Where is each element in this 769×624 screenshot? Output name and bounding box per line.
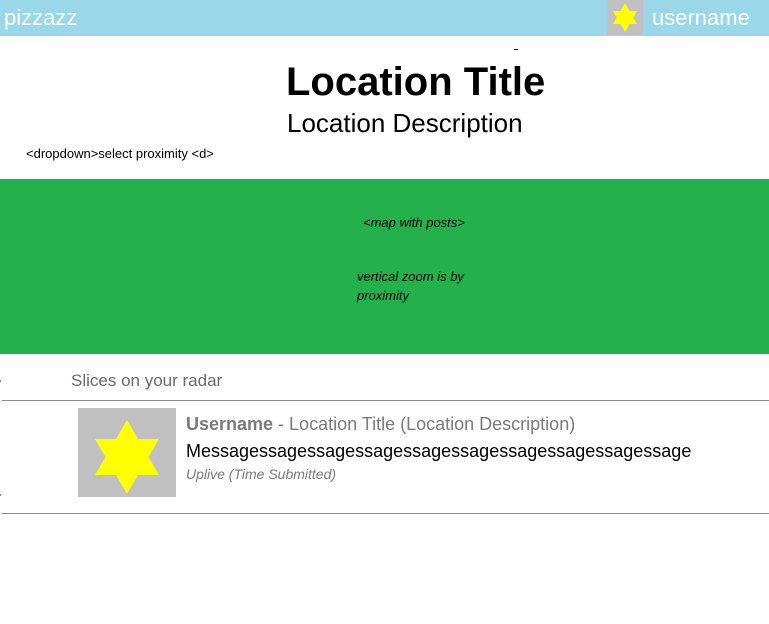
location-title: Location Title xyxy=(286,60,546,104)
post-username[interactable]: Username xyxy=(186,414,273,434)
location-description: Location Description xyxy=(287,108,523,138)
map-zoom-note: vertical zoom is by proximity xyxy=(357,269,464,303)
post-avatar[interactable] xyxy=(78,408,176,497)
posts-map[interactable]: <map with posts> vertical zoom is by pro… xyxy=(0,179,769,354)
map-placeholder-label: <map with posts> xyxy=(363,215,465,230)
divider xyxy=(2,513,769,514)
post-meta[interactable]: Uplive (Time Submitted) xyxy=(186,466,336,482)
feed-heading: Slices on your radar xyxy=(71,371,223,390)
star-of-david-icon xyxy=(613,3,637,32)
post-header: Username - Location Title (Location Desc… xyxy=(186,414,575,435)
username-link[interactable]: username xyxy=(652,5,750,31)
top-bar: pizzazz username xyxy=(0,0,769,36)
post-message: Messagessagessagessagessagessagessagessa… xyxy=(186,441,692,461)
divider xyxy=(2,400,769,401)
user-avatar[interactable] xyxy=(607,0,643,35)
star-of-david-icon xyxy=(95,420,159,494)
edge-mark xyxy=(0,494,1,496)
proximity-dropdown[interactable]: <dropdown>select proximity <d> xyxy=(26,146,214,161)
post-location[interactable]: Location Title (Location Description) xyxy=(289,414,575,434)
brand-logo-text[interactable]: pizzazz xyxy=(4,5,77,31)
post-separator: - xyxy=(273,414,290,434)
edge-mark xyxy=(0,380,1,382)
stray-mark xyxy=(514,49,518,50)
